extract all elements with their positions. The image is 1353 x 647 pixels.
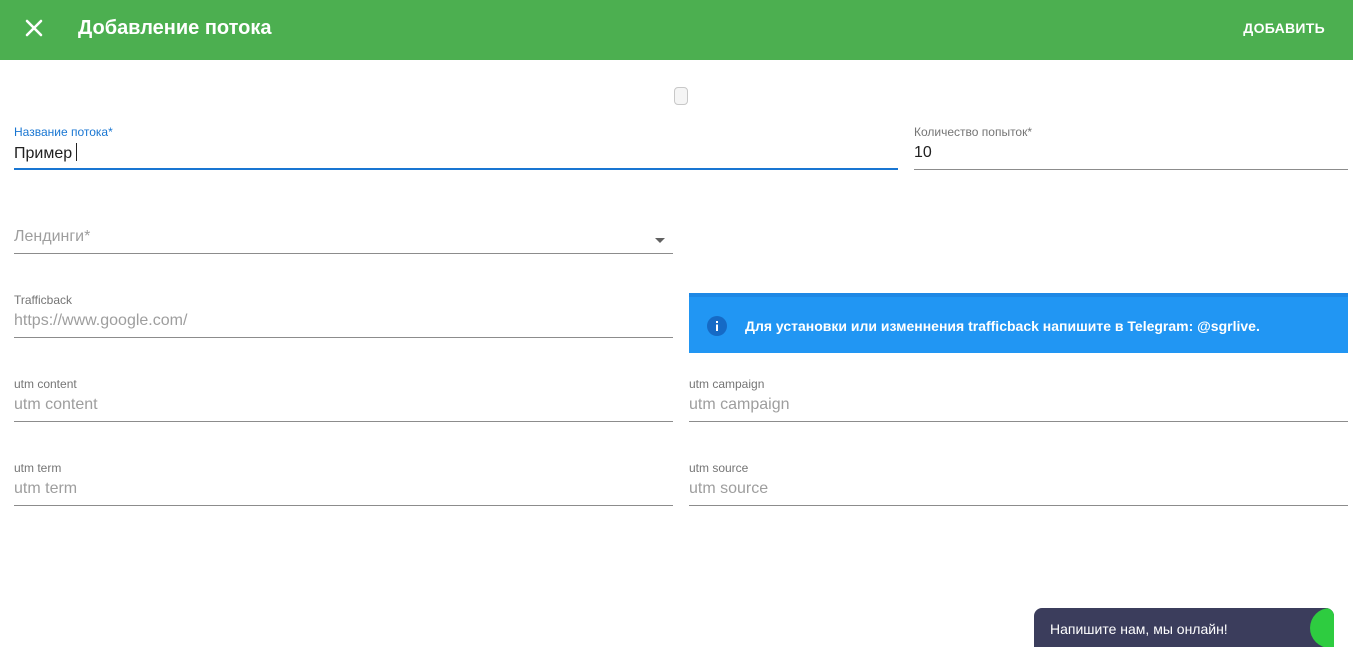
- utm-campaign-field[interactable]: utm campaign utm campaign: [689, 377, 1348, 423]
- attempts-label: Количество попыток*: [914, 125, 1033, 139]
- close-button[interactable]: [20, 14, 48, 42]
- utm-content-underline: [14, 421, 673, 422]
- attempts-input[interactable]: 10: [914, 143, 932, 163]
- attempts-field[interactable]: Количество попыток* 10: [914, 125, 1348, 171]
- stream-name-value: Пример: [14, 145, 73, 162]
- utm-content-label: utm content: [14, 377, 77, 391]
- utm-term-label: utm term: [14, 461, 62, 475]
- landings-select[interactable]: Лендинги*: [14, 218, 673, 254]
- trafficback-field[interactable]: Trafficback https://www.google.com/: [14, 293, 673, 339]
- chat-widget-text: Напишите нам, мы онлайн!: [1050, 621, 1228, 637]
- trafficback-input[interactable]: https://www.google.com/: [14, 311, 187, 331]
- stream-name-field[interactable]: Название потока* Пример: [14, 125, 898, 171]
- info-alert: Для установки или изменнения trafficback…: [689, 293, 1348, 353]
- trafficback-underline: [14, 337, 673, 338]
- utm-term-input[interactable]: utm term: [14, 479, 77, 499]
- stream-name-input[interactable]: Пример: [14, 143, 78, 164]
- close-icon: [25, 19, 43, 37]
- toggle-switch[interactable]: [674, 87, 688, 105]
- utm-source-field[interactable]: utm source utm source: [689, 461, 1348, 507]
- landings-underline: [14, 253, 673, 254]
- landings-placeholder: Лендинги*: [14, 228, 91, 245]
- chat-widget[interactable]: Напишите нам, мы онлайн!: [1034, 608, 1334, 647]
- top-app-bar: Добавление потока ДОБАВИТЬ: [0, 0, 1353, 60]
- utm-content-field[interactable]: utm content utm content: [14, 377, 673, 423]
- utm-campaign-underline: [689, 421, 1348, 422]
- info-alert-message: Для установки или изменнения trafficback…: [745, 318, 1194, 334]
- page-title: Добавление потока: [78, 17, 272, 39]
- text-caret: [76, 143, 78, 161]
- add-button[interactable]: ДОБАВИТЬ: [1243, 20, 1325, 36]
- attempts-underline: [914, 169, 1348, 170]
- utm-campaign-label: utm campaign: [689, 377, 765, 391]
- utm-source-underline: [689, 505, 1348, 506]
- utm-source-input[interactable]: utm source: [689, 479, 768, 499]
- utm-term-field[interactable]: utm term utm term: [14, 461, 673, 507]
- stream-name-label: Название потока*: [14, 125, 113, 139]
- utm-source-label: utm source: [689, 461, 749, 475]
- utm-term-underline: [14, 505, 673, 506]
- dropdown-arrow-icon: [655, 238, 665, 243]
- utm-campaign-input[interactable]: utm campaign: [689, 395, 790, 415]
- info-alert-text: Для установки или изменнения trafficback…: [745, 318, 1260, 334]
- info-icon: [707, 316, 727, 336]
- stream-name-underline: [14, 168, 898, 170]
- utm-content-input[interactable]: utm content: [14, 395, 98, 415]
- trafficback-label: Trafficback: [14, 293, 73, 307]
- telegram-handle: @sgrlive.: [1197, 318, 1260, 334]
- online-status-indicator: [1310, 608, 1334, 647]
